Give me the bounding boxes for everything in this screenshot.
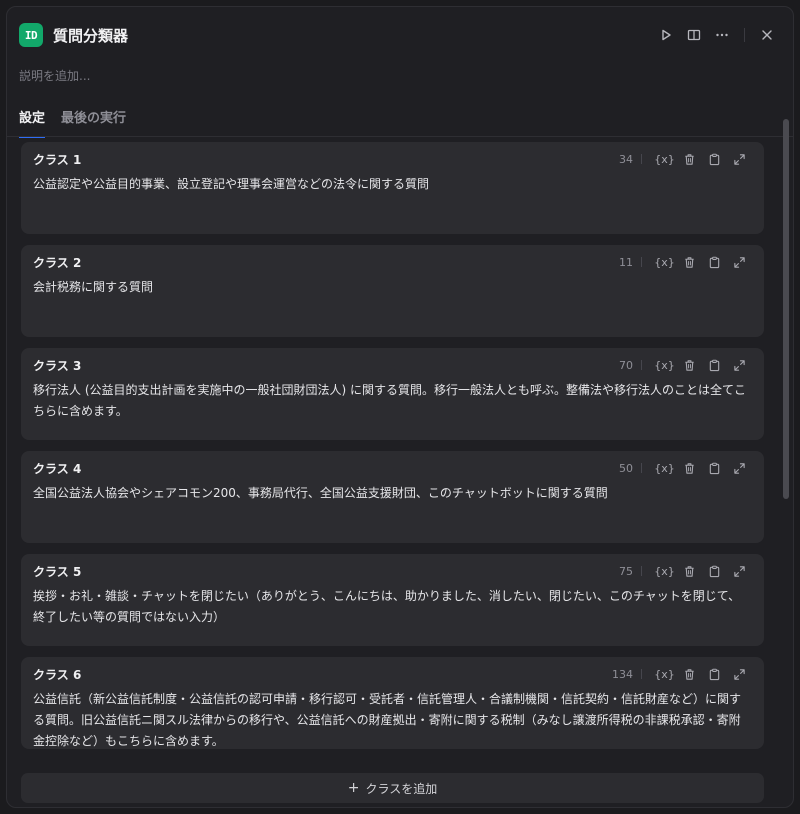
tool-divider — [641, 566, 642, 576]
class-name: クラス 5 — [33, 564, 82, 579]
class-name: クラス 6 — [33, 667, 82, 682]
header-actions — [652, 21, 781, 49]
class-name: クラス 1 — [33, 152, 82, 167]
tool-divider — [641, 669, 642, 679]
variable-insert-icon[interactable]: {x} — [652, 459, 677, 477]
expand-icon[interactable] — [727, 665, 752, 683]
class-tools: 75 {x} — [619, 562, 752, 580]
tab-last-run[interactable]: 最後の実行 — [61, 107, 126, 138]
class-header: クラス 1 34 {x} — [33, 150, 752, 168]
run-button[interactable] — [652, 21, 680, 49]
add-class-button[interactable]: + クラスを追加 — [21, 773, 764, 803]
variable-insert-icon[interactable]: {x} — [652, 562, 677, 580]
close-button[interactable] — [753, 21, 781, 49]
class-scroll-area[interactable]: クラス 1 34 {x} 公益認定や公益目的事業、設立登記や理事会運営などの法令に関す… — [7, 137, 793, 807]
char-count: 75 — [619, 564, 633, 578]
plus-icon: + — [347, 780, 360, 796]
book-icon — [687, 29, 701, 41]
more-icon — [716, 33, 728, 37]
char-count: 11 — [619, 255, 633, 269]
delete-icon[interactable] — [677, 253, 702, 271]
char-count: 70 — [619, 358, 633, 372]
expand-icon[interactable] — [727, 150, 752, 168]
class-name: クラス 3 — [33, 358, 82, 373]
class-description[interactable]: 公益信託（新公益信託制度・公益信託の認可申請・移行認可・受託者・信託管理人・合議… — [33, 689, 752, 752]
question-classifier-panel: ID 質問分類器 説明を追加... 設定 最後の実行 クラス 1 34 {x} 公益認… — [6, 6, 794, 808]
tool-divider — [641, 360, 642, 370]
close-icon — [762, 30, 772, 40]
copy-icon[interactable] — [702, 253, 727, 271]
app-icon: ID — [19, 23, 43, 47]
delete-icon[interactable] — [677, 150, 702, 168]
tool-divider — [641, 257, 642, 267]
variable-insert-icon[interactable]: {x} — [652, 253, 677, 271]
class-card[interactable]: クラス 1 34 {x} 公益認定や公益目的事業、設立登記や理事会運営などの法令に関す… — [21, 142, 764, 234]
class-tools: 34 {x} — [619, 150, 752, 168]
class-name: クラス 2 — [33, 255, 82, 270]
docs-button[interactable] — [680, 21, 708, 49]
class-card[interactable]: クラス 4 50 {x} 全国公益法人協会やシェアコモン200、事務局代行、全国公益支… — [21, 451, 764, 543]
class-header: クラス 6 134 {x} — [33, 665, 752, 683]
tool-divider — [641, 154, 642, 164]
class-header: クラス 3 70 {x} — [33, 356, 752, 374]
add-class-label: クラスを追加 — [365, 781, 438, 796]
variable-insert-icon[interactable]: {x} — [652, 356, 677, 374]
delete-icon[interactable] — [677, 356, 702, 374]
copy-icon[interactable] — [702, 459, 727, 477]
class-description[interactable]: 会計税務に関する質問 — [33, 277, 752, 298]
play-icon — [662, 29, 671, 41]
variable-insert-icon[interactable]: {x} — [652, 665, 677, 683]
delete-icon[interactable] — [677, 562, 702, 580]
class-card[interactable]: クラス 6 134 {x} 公益信託（新公益信託制度・公益信託の認可申請・移行認可・受… — [21, 657, 764, 749]
class-card[interactable]: クラス 5 75 {x} 挨拶・お礼・雑談・チャットを閉じたい（ありがとう、こんにちは… — [21, 554, 764, 646]
expand-icon[interactable] — [727, 459, 752, 477]
variable-insert-icon[interactable]: {x} — [652, 150, 677, 168]
class-header: クラス 2 11 {x} — [33, 253, 752, 271]
copy-icon[interactable] — [702, 665, 727, 683]
tab-settings[interactable]: 設定 — [19, 107, 46, 138]
class-description[interactable]: 全国公益法人協会やシェアコモン200、事務局代行、全国公益支援財団、このチャット… — [33, 483, 752, 504]
tab-bar: 設定 最後の実行 — [19, 107, 126, 138]
class-tools: 11 {x} — [619, 253, 752, 271]
copy-icon[interactable] — [702, 562, 727, 580]
copy-icon[interactable] — [702, 356, 727, 374]
class-list: クラス 1 34 {x} 公益認定や公益目的事業、設立登記や理事会運営などの法令に関す… — [21, 142, 764, 760]
char-count: 50 — [619, 461, 633, 475]
class-header: クラス 5 75 {x} — [33, 562, 752, 580]
expand-icon[interactable] — [727, 356, 752, 374]
more-button[interactable] — [708, 21, 736, 49]
tool-divider — [641, 463, 642, 473]
char-count: 34 — [619, 152, 633, 166]
class-name: クラス 4 — [33, 461, 82, 476]
class-tools: 70 {x} — [619, 356, 752, 374]
scrollbar[interactable] — [783, 119, 789, 499]
expand-icon[interactable] — [727, 562, 752, 580]
panel-title: 質問分類器 — [53, 26, 129, 45]
class-tools: 134 {x} — [612, 665, 752, 683]
class-card[interactable]: クラス 3 70 {x} 移行法人 (公益目的支出計画を実施中の一般社団財団法人) に… — [21, 348, 764, 440]
copy-icon[interactable] — [702, 150, 727, 168]
header-divider — [744, 28, 745, 42]
class-description[interactable]: 移行法人 (公益目的支出計画を実施中の一般社団財団法人) に関する質問。移行一般… — [33, 380, 752, 422]
delete-icon[interactable] — [677, 459, 702, 477]
panel-header: ID 質問分類器 — [19, 21, 781, 49]
class-card[interactable]: クラス 2 11 {x} 会計税務に関する質問 — [21, 245, 764, 337]
char-count: 134 — [612, 667, 633, 681]
class-header: クラス 4 50 {x} — [33, 459, 752, 477]
expand-icon[interactable] — [727, 253, 752, 271]
delete-icon[interactable] — [677, 665, 702, 683]
class-description[interactable]: 挨拶・お礼・雑談・チャットを閉じたい（ありがとう、こんにちは、助かりました、消し… — [33, 586, 752, 628]
description-field[interactable]: 説明を追加... — [19, 67, 90, 84]
class-description[interactable]: 公益認定や公益目的事業、設立登記や理事会運営などの法令に関する質問 — [33, 174, 752, 195]
class-tools: 50 {x} — [619, 459, 752, 477]
